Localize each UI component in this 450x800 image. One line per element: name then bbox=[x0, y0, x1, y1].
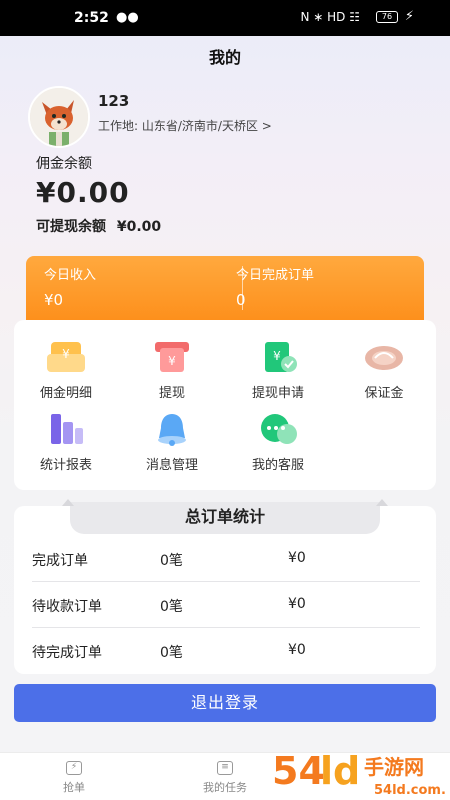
commission-label: 佣金余额 bbox=[36, 156, 92, 172]
withdraw-icon: ¥ bbox=[155, 342, 189, 372]
charging-icon: ⚡ bbox=[404, 9, 414, 24]
tab-my-tasks[interactable]: ≡ 我的任务 bbox=[195, 761, 255, 795]
menu-item-report[interactable]: 统计报表 bbox=[16, 412, 116, 473]
deposit-icon bbox=[365, 346, 403, 370]
menu-item-commission-detail[interactable]: ¥ 佣金明细 bbox=[16, 340, 116, 401]
order-amount: ¥0 bbox=[288, 642, 306, 658]
menu-item-label: 保证金 bbox=[364, 386, 404, 401]
tab-label: 抢单 bbox=[63, 781, 85, 794]
menu-item-label: 佣金明细 bbox=[39, 386, 92, 401]
workplace-label: 工作地: bbox=[98, 119, 139, 133]
today-orders-value: 0 bbox=[236, 291, 246, 309]
chevron-right-icon: > bbox=[261, 119, 272, 133]
customer-service-icon bbox=[261, 414, 297, 444]
username: 123 bbox=[98, 92, 130, 110]
withdraw-apply-icon: ¥ bbox=[265, 342, 297, 372]
today-income-value: ¥0 bbox=[44, 291, 64, 309]
table-row: 待完成订单 0笔 ¥0 bbox=[32, 628, 420, 674]
today-income: 今日收入 ¥0 bbox=[44, 264, 96, 309]
order-stats-title: 总订单统计 bbox=[62, 499, 388, 534]
today-orders-label: 今日完成订单 bbox=[236, 268, 315, 283]
table-row: 待收款订单 0笔 ¥0 bbox=[32, 582, 420, 628]
order-name: 待完成订单 bbox=[32, 645, 102, 661]
withdrawable-balance: 可提现余额 ¥0.00 bbox=[36, 216, 161, 236]
menu-item-label: 我的客服 bbox=[251, 458, 304, 473]
svg-text:54: 54 bbox=[272, 749, 325, 793]
svg-text:¥: ¥ bbox=[273, 349, 281, 363]
page-title: 我的 bbox=[208, 48, 241, 67]
svg-text:ld: ld bbox=[320, 749, 360, 793]
grab-order-icon: ⚡ bbox=[66, 761, 82, 775]
svg-text:¥: ¥ bbox=[62, 347, 70, 361]
order-amount: ¥0 bbox=[288, 596, 306, 612]
fox-avatar-icon bbox=[30, 88, 88, 146]
menu-item-label: 消息管理 bbox=[145, 458, 198, 473]
menu-item-label: 提现申请 bbox=[251, 386, 304, 401]
order-count: 0笔 bbox=[160, 553, 183, 569]
order-amount: ¥0 bbox=[288, 550, 306, 566]
menu-item-label: 统计报表 bbox=[39, 458, 92, 473]
avatar[interactable] bbox=[28, 86, 90, 148]
workplace-link[interactable]: 工作地: 山东省/济南市/天桥区 > bbox=[98, 117, 272, 134]
task-list-icon: ≡ bbox=[217, 761, 233, 775]
wechat-icon: ●● bbox=[116, 10, 139, 25]
order-name: 完成订单 bbox=[32, 553, 88, 569]
bell-icon bbox=[158, 414, 186, 446]
svg-text:¥: ¥ bbox=[168, 354, 176, 368]
order-stats-card: 总订单统计 完成订单 0笔 ¥0 待收款订单 0笔 ¥0 待完成订单 0笔 ¥0 bbox=[14, 499, 436, 674]
watermark-logo: 54 ld 手游网 54ld.com.cn bbox=[272, 749, 446, 798]
tab-grab-order[interactable]: ⚡ 抢单 bbox=[44, 761, 104, 795]
report-icon bbox=[51, 414, 83, 444]
table-row: 完成订单 0笔 ¥0 bbox=[32, 536, 420, 582]
battery-icon: 76 bbox=[376, 11, 398, 23]
today-income-label: 今日收入 bbox=[44, 268, 97, 283]
svg-text:54ld.com.cn: 54ld.com.cn bbox=[374, 783, 446, 798]
order-count: 0笔 bbox=[160, 645, 183, 661]
withdrawable-value: ¥0.00 bbox=[116, 219, 162, 235]
menu-item-withdraw[interactable]: ¥ 提现 bbox=[122, 340, 222, 401]
workplace-value: 山东省/济南市/天桥区 bbox=[141, 119, 258, 133]
svg-text:手游网: 手游网 bbox=[364, 755, 424, 779]
commission-value: ¥0.00 bbox=[36, 176, 130, 209]
today-orders: 今日完成订单 0 bbox=[236, 264, 314, 309]
order-name: 待收款订单 bbox=[32, 599, 102, 615]
menu-grid: ¥ 佣金明细 ¥ 提现 ¥ 提现申请 保证金 统计报表 消息管理 我的客服 bbox=[14, 320, 436, 490]
logout-button[interactable]: 退出登录 bbox=[14, 684, 436, 722]
today-summary-card: 今日收入 ¥0 今日完成订单 0 bbox=[26, 256, 424, 322]
menu-item-withdraw-apply[interactable]: ¥ 提现申请 bbox=[228, 340, 328, 401]
signal-icons: N ∗ HD ☷ bbox=[300, 10, 361, 24]
menu-item-label: 提现 bbox=[158, 386, 185, 401]
withdrawable-label: 可提现余额 bbox=[36, 219, 106, 235]
order-count: 0笔 bbox=[160, 599, 183, 615]
menu-item-customer-service[interactable]: 我的客服 bbox=[228, 412, 328, 473]
menu-item-messages[interactable]: 消息管理 bbox=[122, 412, 222, 473]
status-time: 2:52 bbox=[74, 10, 109, 26]
tab-label: 我的任务 bbox=[203, 781, 247, 794]
commission-detail-icon: ¥ bbox=[47, 342, 85, 372]
status-bar: 2:52 ●● N ∗ HD ☷ 76 ⚡ bbox=[0, 0, 450, 36]
menu-item-deposit[interactable]: 保证金 bbox=[334, 340, 434, 401]
